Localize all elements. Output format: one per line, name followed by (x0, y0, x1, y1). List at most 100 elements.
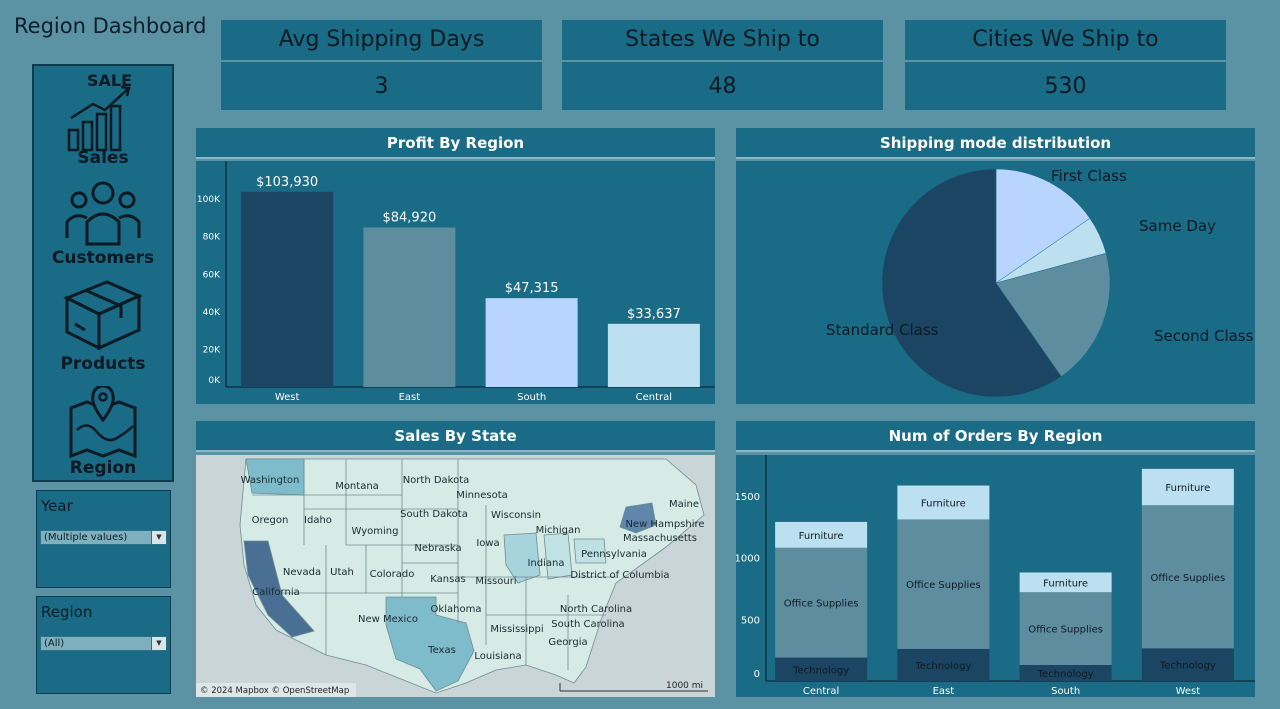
data-label: $47,315 (505, 281, 559, 296)
chevron-down-icon[interactable]: ▼ (151, 531, 166, 544)
map-label: Idaho (304, 515, 332, 526)
side-nav: SALE Sales Customers Products Region (32, 64, 174, 482)
segment-label: Technology (1159, 661, 1216, 672)
map-label: Oklahoma (431, 604, 482, 615)
x-tick-label: West (1176, 686, 1201, 697)
bar (363, 227, 456, 387)
map-label: Georgia (548, 637, 587, 648)
y-tick-label: 100K (197, 195, 221, 205)
y-tick-label: 80K (203, 233, 221, 243)
map-label: Kansas (430, 574, 465, 585)
map-label: Massachusetts (623, 533, 697, 544)
year-filter-title: Year (41, 497, 73, 515)
region-select-value: (All) (44, 638, 65, 649)
segment-label: Technology (792, 665, 849, 676)
region-select[interactable]: (All) ▼ (40, 636, 167, 651)
shipping-mode-pie: First Class Same Day Second Class Standard … (826, 167, 1254, 398)
slice-label: Same Day (1139, 217, 1216, 235)
orders-by-region-chart: 0 500 1000 1500 Technology Office Supplies Fur… (735, 455, 1255, 697)
segment-label: Furniture (1165, 483, 1210, 494)
kpi-shipping-days-label: Avg Shipping Days (221, 20, 542, 60)
segment-label: Office Supplies (906, 580, 981, 591)
segment-label: Furniture (921, 498, 966, 509)
map-label: Louisiana (474, 651, 521, 662)
data-label: $103,930 (256, 175, 318, 190)
map-label: Minnesota (456, 490, 508, 501)
slice-label: First Class (1051, 167, 1127, 185)
map-label: Michigan (536, 525, 581, 536)
map-label: South Carolina (551, 619, 624, 630)
kpi-states-value: 48 (562, 62, 883, 110)
x-tick-label: Central (803, 686, 839, 697)
map-label: Montana (335, 481, 379, 492)
kpi-cities-label: Cities We Ship to (905, 20, 1226, 60)
map-label: New Mexico (358, 614, 418, 625)
profit-chart-panel: 0K 20K 40K 60K 80K 100K $103,930 West $84,920 Eas… (196, 161, 715, 404)
nav-region[interactable] (34, 386, 172, 458)
y-tick-label: 20K (203, 345, 221, 355)
sales-state-map[interactable]: Washington Montana North Dakota Minnesot… (196, 455, 715, 697)
map-pin-icon (69, 386, 137, 458)
chevron-down-icon[interactable]: ▼ (151, 637, 166, 650)
segment-label: Technology (1037, 669, 1094, 680)
x-tick-label: East (933, 686, 955, 697)
nav-products-label[interactable]: Products (34, 354, 172, 374)
map-label: Missouri (475, 576, 516, 587)
data-label: $84,920 (382, 210, 436, 225)
y-tick-label: 0K (208, 376, 221, 386)
map-label: Iowa (476, 538, 499, 549)
kpi-cities-value: 530 (905, 62, 1226, 110)
bar (485, 298, 578, 387)
y-tick-label: 0 (754, 669, 760, 680)
map-label: Utah (330, 567, 354, 578)
bar (241, 191, 334, 387)
nav-products[interactable] (34, 276, 172, 350)
nav-customers[interactable] (34, 178, 172, 248)
x-tick-label: East (399, 392, 421, 403)
map-label: North Carolina (560, 604, 632, 615)
nav-sales-label[interactable]: Sales (34, 148, 172, 168)
slice-label: Second Class (1154, 327, 1254, 345)
year-select[interactable]: (Multiple values) ▼ (40, 530, 167, 545)
shipping-chart-panel: First Class Same Day Second Class Standard … (736, 161, 1255, 404)
map-label: Pennsylvania (581, 549, 647, 560)
slice-label: Standard Class (826, 321, 939, 339)
box-icon (63, 280, 143, 350)
segment-label: Office Supplies (1028, 625, 1103, 636)
map-scale: 1000 mi (666, 681, 703, 691)
map-label: Wyoming (352, 526, 399, 537)
map-label: District of Columbia (570, 570, 669, 581)
map-label: Texas (427, 645, 456, 656)
profit-panel-title: Profit By Region (196, 128, 715, 159)
year-filter: Year (Multiple values) ▼ (36, 490, 171, 588)
map-label: Colorado (370, 569, 415, 580)
kpi-shipping-days-value: 3 (221, 62, 542, 110)
map-label: Oregon (252, 515, 289, 526)
segment-label: Technology (914, 661, 971, 672)
map-label: Nevada (283, 567, 321, 578)
map-label: Mississippi (490, 624, 543, 635)
region-filter-title: Region (41, 603, 93, 621)
nav-region-label[interactable]: Region (34, 458, 172, 478)
nav-customers-label[interactable]: Customers (34, 248, 172, 268)
orders-panel-title: Num of Orders By Region (736, 421, 1255, 452)
y-tick-label: 1000 (736, 554, 760, 565)
us-map: Washington Montana North Dakota Minnesot… (196, 455, 715, 697)
map-label: Wisconsin (491, 510, 541, 521)
shipping-panel-title: Shipping mode distribution (736, 128, 1255, 159)
y-tick-label: 60K (203, 270, 221, 280)
data-label: $33,637 (627, 307, 681, 322)
segment-label: Furniture (1043, 578, 1088, 589)
year-select-value: (Multiple values) (44, 532, 128, 543)
x-tick-label: South (517, 392, 546, 403)
nav-sales[interactable]: SALE (34, 70, 172, 152)
x-tick-label: West (275, 392, 300, 403)
profit-by-region-chart: 0K 20K 40K 60K 80K 100K $103,930 West $84,920 Eas… (197, 161, 715, 403)
y-tick-label: 500 (741, 615, 760, 626)
map-label: New Hampshire (625, 519, 704, 530)
map-attribution: © 2024 Mapbox © OpenStreetMap (200, 686, 349, 696)
map-label: California (252, 587, 300, 598)
map-label: North Dakota (403, 475, 470, 486)
map-label: Nebraska (414, 543, 461, 554)
map-label: Indiana (527, 558, 564, 569)
